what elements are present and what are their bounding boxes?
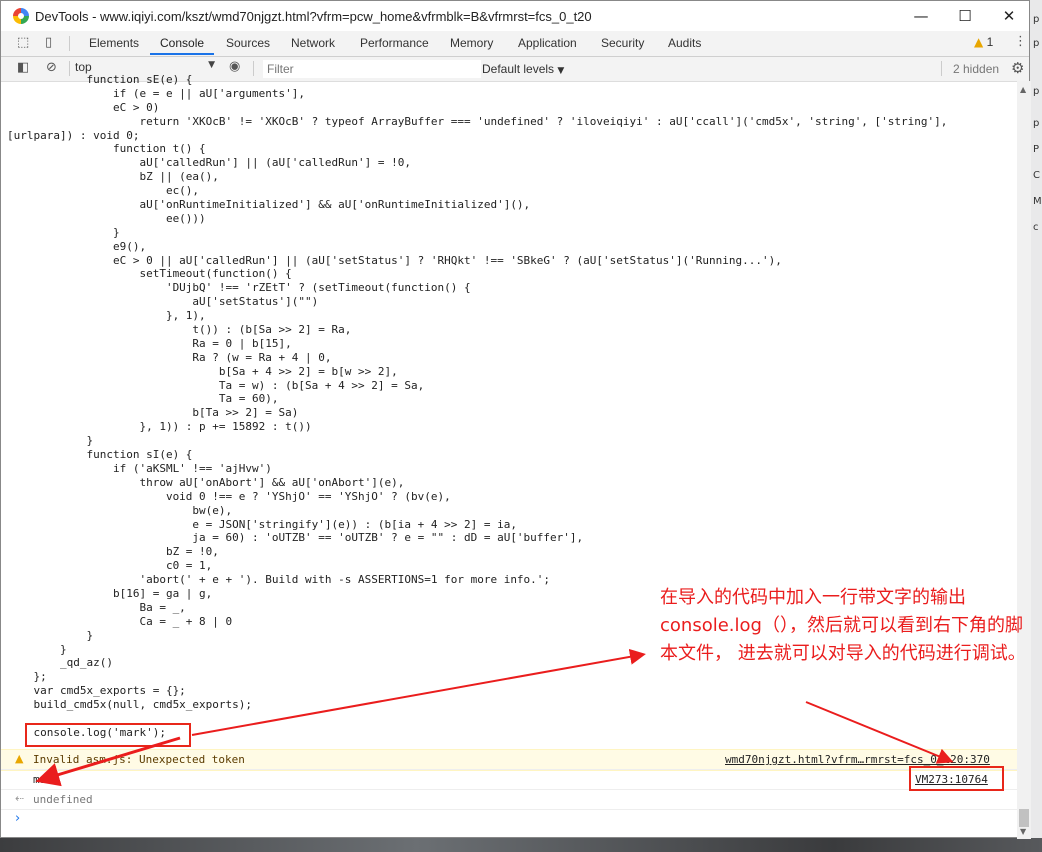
arrow-to-source-link	[805, 701, 954, 764]
arrow-to-annotation	[191, 648, 646, 736]
annotation-arrows	[35, 648, 954, 787]
tutorial-annotation-text: 在导入的代码中加入一行带文字的输出console.log（），然后就可以看到右下…	[660, 587, 1026, 664]
arrow-to-mark-output	[35, 736, 181, 787]
